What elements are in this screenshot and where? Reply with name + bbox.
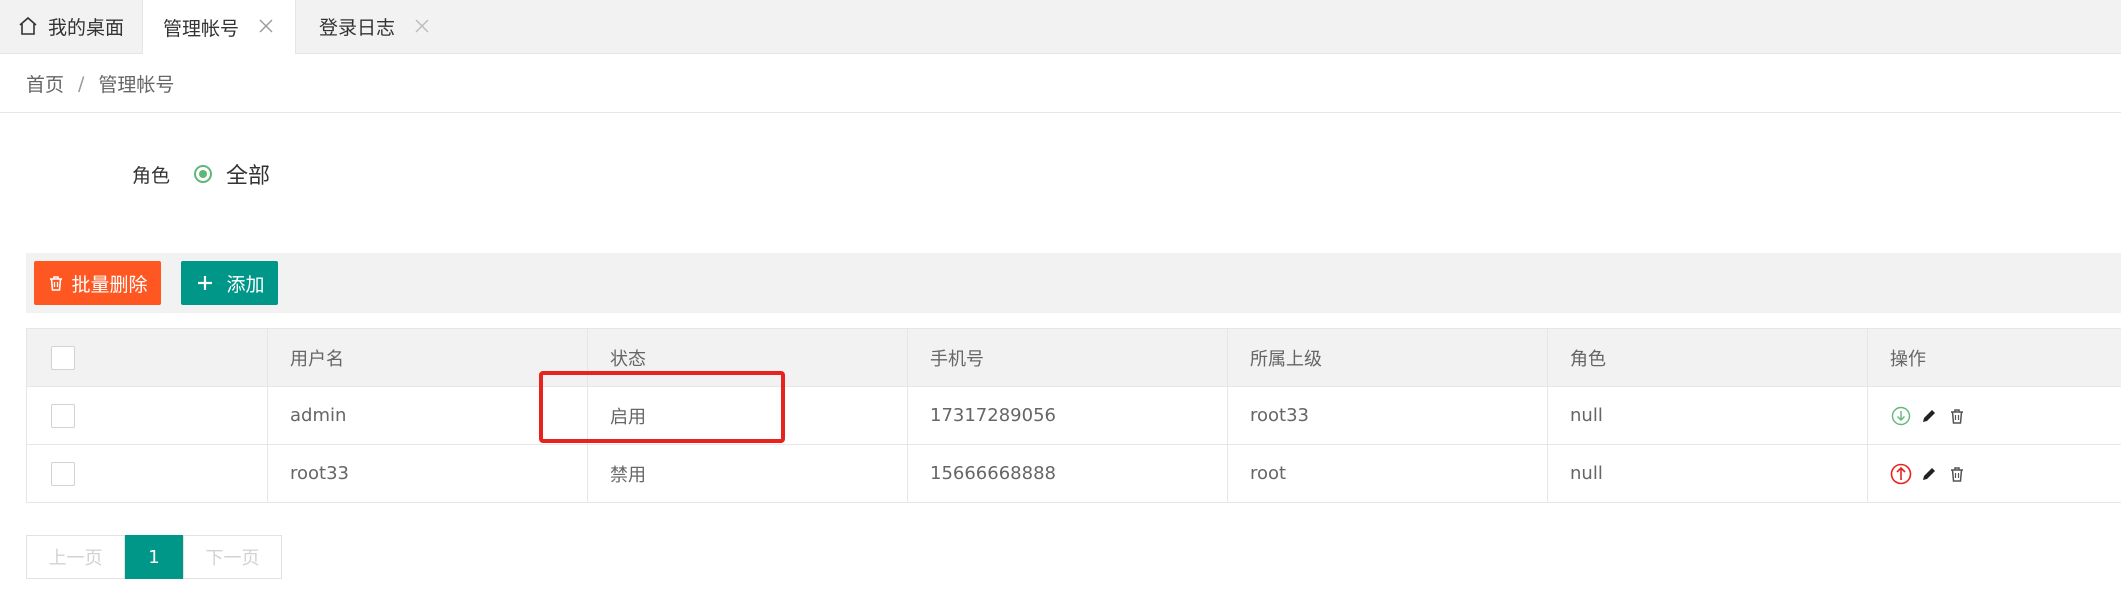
add-label: 添加 (226, 273, 265, 296)
trash-icon[interactable] (1946, 463, 1968, 485)
breadcrumb-home-link[interactable]: 首页 (26, 70, 64, 97)
breadcrumb-separator: / (78, 72, 85, 95)
arrow-down-circle-icon[interactable] (1890, 405, 1912, 427)
row-actions (1890, 405, 1968, 427)
close-icon[interactable] (257, 17, 277, 37)
batch-delete-label: 批量删除 (71, 273, 148, 296)
cell-username: root33 (268, 445, 588, 502)
arrow-up-circle-icon[interactable] (1890, 463, 1912, 485)
tab-login-log[interactable]: 登录日志 (296, 0, 446, 53)
role-filter: 角色 全部 (132, 158, 270, 190)
trash-icon (50, 276, 63, 291)
select-all-checkbox[interactable] (51, 345, 75, 370)
divider (0, 112, 2121, 113)
cell-phone: 17317289056 (908, 387, 1228, 444)
table-header: 用户名 状态 手机号 所属上级 角色 操作 (27, 329, 2121, 387)
row-checkbox[interactable] (51, 403, 75, 428)
highlight-annotation (539, 371, 785, 443)
current-page-button[interactable]: 1 (125, 535, 183, 579)
row-checkbox[interactable] (51, 461, 75, 486)
tab-label: 登录日志 (319, 17, 396, 39)
column-header-phone: 手机号 (908, 329, 1228, 386)
cell-phone: 15666668888 (908, 445, 1228, 502)
role-label: 角色 (132, 164, 171, 187)
tab-my-desktop[interactable]: 我的桌面 (0, 0, 142, 53)
trash-icon[interactable] (1946, 405, 1968, 427)
radio-all[interactable] (194, 165, 213, 183)
breadcrumb-current: 管理帐号 (98, 74, 175, 96)
plus-icon (198, 276, 213, 290)
table-row: admin 启用 17317289056 root33 null (27, 387, 2121, 445)
accounts-table: 用户名 状态 手机号 所属上级 角色 操作 admin 启用 173172890… (26, 328, 2121, 503)
column-header-role: 角色 (1548, 329, 1868, 386)
tab-label: 我的桌面 (48, 17, 125, 39)
cell-role: null (1548, 445, 1868, 502)
tab-bar: 我的桌面 管理帐号 登录日志 (0, 0, 2121, 54)
prev-page-button[interactable]: 上一页 (26, 535, 125, 579)
cell-status: 禁用 (588, 445, 908, 502)
breadcrumb: 首页 / 管理帐号 (26, 70, 174, 97)
close-icon[interactable] (413, 17, 433, 37)
column-header-actions: 操作 (1868, 329, 2121, 386)
row-actions (1890, 463, 1968, 485)
tab-admin-accounts[interactable]: 管理帐号 (142, 0, 296, 54)
table-row: root33 禁用 15666668888 root null (27, 445, 2121, 503)
pencil-icon[interactable] (1918, 405, 1940, 427)
pencil-icon[interactable] (1918, 463, 1940, 485)
cell-role: null (1548, 387, 1868, 444)
tab-label: 管理帐号 (163, 17, 240, 40)
cell-parent: root33 (1228, 387, 1548, 444)
home-icon (18, 16, 40, 38)
column-header-parent: 所属上级 (1228, 329, 1548, 386)
radio-all-label[interactable]: 全部 (226, 158, 270, 190)
batch-delete-button[interactable]: 批量删除 (34, 261, 161, 305)
pagination: 上一页 1 下一页 (26, 535, 282, 579)
cell-parent: root (1228, 445, 1548, 502)
add-button[interactable]: 添加 (181, 261, 278, 305)
next-page-button[interactable]: 下一页 (183, 535, 282, 579)
toolbar: 批量删除 添加 (26, 253, 2121, 313)
